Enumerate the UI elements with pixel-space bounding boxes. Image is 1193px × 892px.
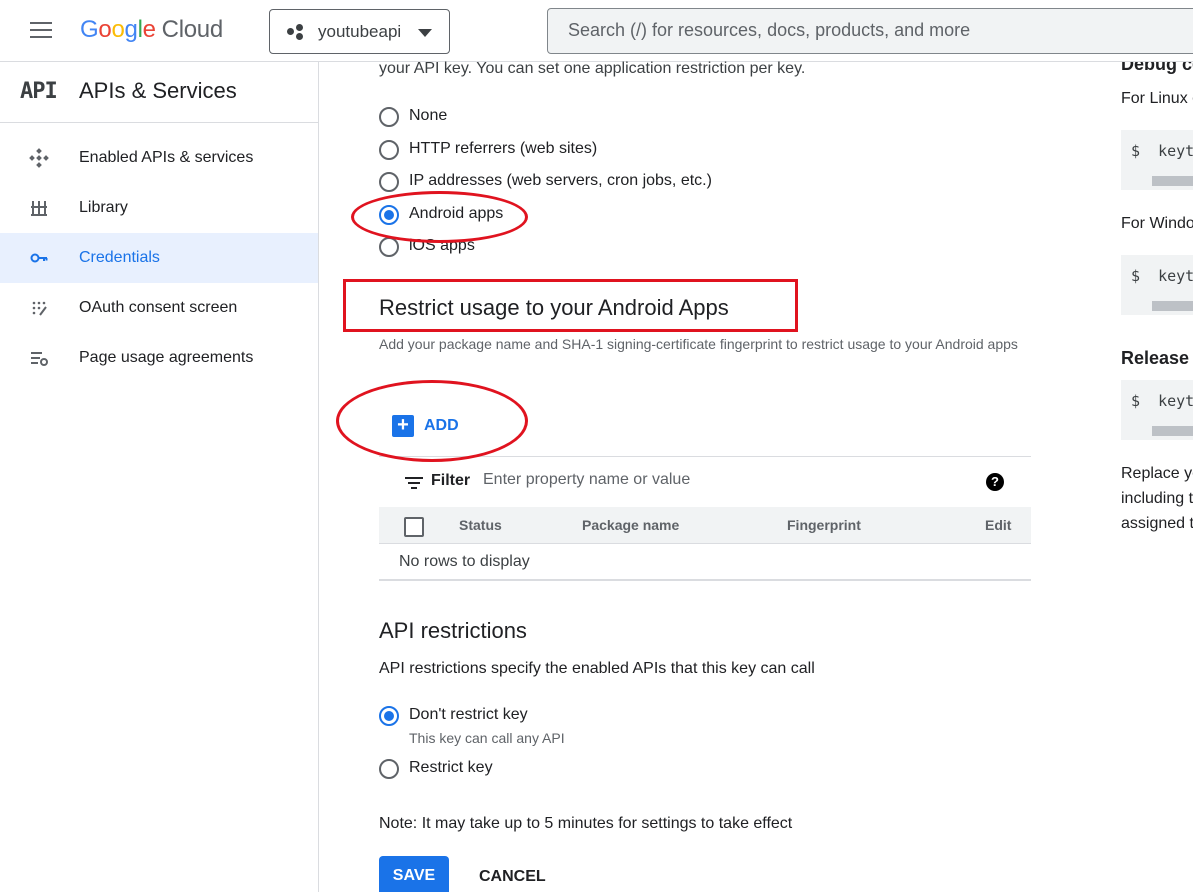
filter-input[interactable]	[483, 471, 943, 489]
hamburger-menu-icon[interactable]	[30, 22, 52, 40]
top-bar: Google Cloud youtubeapi	[0, 0, 1193, 62]
radio-button[interactable]	[379, 759, 399, 779]
android-section-description: Add your package name and SHA-1 signing-…	[379, 336, 1018, 352]
sidebar-item-oauth[interactable]: OAuth consent screen	[0, 283, 318, 333]
scrollbar[interactable]	[1152, 301, 1193, 311]
android-section-title: Restrict usage to your Android Apps	[379, 295, 729, 320]
sidebar: API APIs & Services Enabled APIs & servi…	[0, 62, 319, 892]
sidebar-item-library[interactable]: Library	[0, 183, 318, 233]
search-input[interactable]	[568, 20, 1168, 41]
cancel-button[interactable]: CANCEL	[479, 868, 546, 886]
replace-text-line: including t	[1121, 490, 1193, 507]
column-package-name[interactable]: Package name	[582, 517, 679, 533]
radio-button[interactable]	[379, 237, 399, 257]
oauth-icon	[28, 298, 50, 318]
empty-text: No rows to display	[399, 553, 530, 570]
code-block: $ keyto	[1121, 380, 1193, 440]
radio-button[interactable]	[379, 706, 399, 726]
radio-label: IP addresses (web servers, cron jobs, et…	[409, 172, 712, 189]
release-heading: Release	[1121, 348, 1190, 368]
sidebar-item-page-usage[interactable]: Page usage agreements	[0, 333, 318, 383]
sidebar-title: APIs & Services	[79, 78, 237, 103]
sidebar-item-label: Library	[79, 199, 128, 216]
sidebar-item-label: Credentials	[79, 249, 160, 266]
main-content: your API key. You can set one applicatio…	[320, 60, 1120, 892]
debug-heading: Debug ce	[1121, 62, 1193, 74]
sidebar-header: API APIs & Services	[0, 62, 318, 123]
scrollbar[interactable]	[1152, 426, 1193, 436]
api-icon: API	[20, 79, 58, 104]
sidebar-item-credentials[interactable]: Credentials	[0, 233, 318, 283]
chevron-down-icon	[418, 29, 432, 37]
linux-text: For Linux o	[1121, 90, 1193, 107]
key-icon	[28, 248, 50, 268]
settings-list-icon	[28, 348, 50, 368]
project-selector[interactable]: youtubeapi	[269, 9, 450, 54]
code-text: $ keyto	[1131, 392, 1193, 410]
radio-label: Restrict key	[409, 759, 493, 776]
column-status[interactable]: Status	[459, 517, 502, 533]
radio-label: HTTP referrers (web sites)	[409, 140, 598, 157]
radio-button[interactable]	[379, 205, 399, 225]
save-button[interactable]: SAVE	[379, 856, 449, 892]
table-empty-row: No rows to display	[379, 544, 1031, 581]
code-block: $ keyto	[1121, 255, 1193, 315]
settings-note: Note: It may take up to 5 minutes for se…	[379, 815, 793, 832]
sidebar-item-label: Enabled APIs & services	[79, 149, 254, 166]
column-edit: Edit	[985, 517, 1012, 533]
filter-bar: Filter ?	[379, 456, 1031, 506]
radio-button[interactable]	[379, 172, 399, 192]
google-cloud-logo[interactable]: Google Cloud	[80, 16, 223, 44]
replace-text-line: Replace yo	[1121, 465, 1193, 482]
plus-icon: +	[392, 415, 414, 437]
filter-label: Filter	[431, 472, 471, 489]
windows-text: For Windo	[1121, 215, 1193, 232]
radio-button[interactable]	[379, 107, 399, 127]
api-restrictions-description: API restrictions specify the enabled API…	[379, 660, 815, 677]
help-icon[interactable]: ?	[986, 473, 1004, 491]
radio-label: Don't restrict key	[409, 706, 528, 723]
sidebar-item-label: OAuth consent screen	[79, 299, 238, 316]
search-box[interactable]	[547, 8, 1193, 54]
api-restrictions-title: API restrictions	[379, 618, 527, 643]
radio-label: Android apps	[409, 205, 504, 222]
add-label: ADD	[424, 417, 459, 434]
project-icon	[287, 24, 305, 40]
radio-button[interactable]	[379, 140, 399, 160]
replace-text-line: assigned t	[1121, 515, 1193, 532]
library-icon	[28, 198, 50, 218]
filter-icon	[405, 477, 423, 489]
sidebar-item-enabled-apis[interactable]: Enabled APIs & services	[0, 133, 318, 183]
select-all-checkbox[interactable]	[404, 517, 424, 537]
enabled-apis-icon	[28, 148, 50, 168]
code-block: $ keyto	[1121, 130, 1193, 190]
code-text: $ keyto	[1131, 142, 1193, 160]
column-fingerprint[interactable]: Fingerprint	[787, 517, 861, 533]
right-info-panel: Debug ce For Linux o $ keyto For Windo $…	[1121, 62, 1193, 892]
radio-label: None	[409, 107, 448, 124]
radio-label: iOS apps	[409, 237, 475, 254]
table-header: Status Package name Fingerprint Edit	[379, 507, 1031, 544]
scrollbar[interactable]	[1152, 176, 1193, 186]
restriction-intro-text: your API key. You can set one applicatio…	[379, 60, 806, 77]
radio-sublabel: This key can call any API	[409, 730, 565, 746]
code-text: $ keyto	[1131, 267, 1193, 285]
project-name: youtubeapi	[318, 22, 402, 41]
sidebar-item-label: Page usage agreements	[79, 349, 254, 366]
